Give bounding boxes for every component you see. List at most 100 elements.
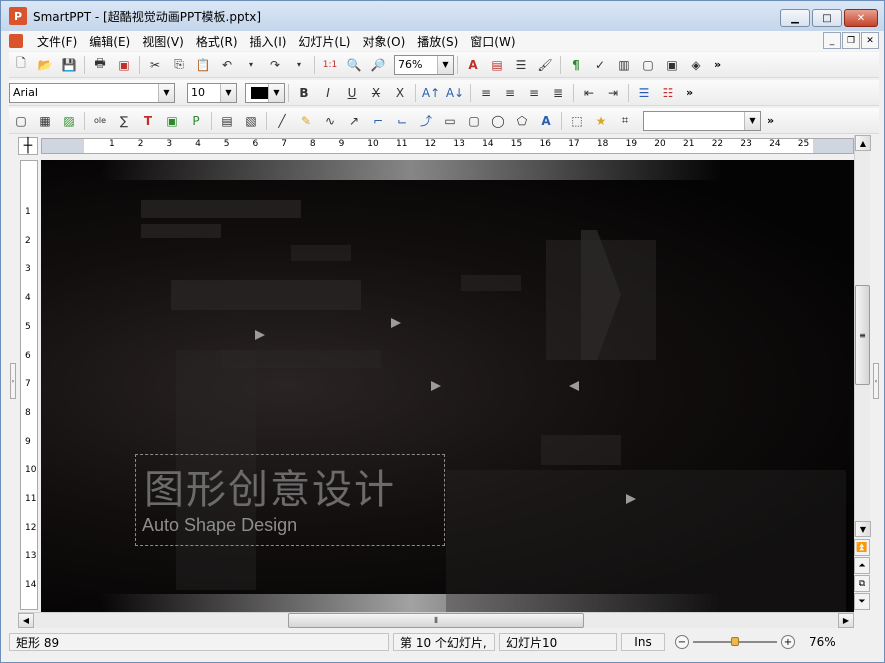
- insert-chart-icon[interactable]: ▤: [487, 55, 507, 75]
- insert-picture-icon[interactable]: ▨: [59, 111, 79, 131]
- chevron-down-icon[interactable]: ▼: [158, 83, 174, 102]
- open-folder-icon[interactable]: 📂: [35, 55, 55, 75]
- text-color-icon[interactable]: A: [463, 55, 483, 75]
- vertical-scroll-thumb[interactable]: ≡: [855, 285, 870, 385]
- redo-icon[interactable]: ↷: [265, 55, 285, 75]
- select-frame-icon[interactable]: ▢: [11, 111, 31, 131]
- basic-shapes-icon[interactable]: ⬠: [512, 111, 532, 131]
- maximize-button[interactable]: □: [812, 9, 842, 27]
- actual-size-icon[interactable]: 1:1: [320, 55, 340, 75]
- menu-file[interactable]: 文件(F): [31, 33, 83, 50]
- insert-image-frame-icon[interactable]: ▧: [241, 111, 261, 131]
- slide-title[interactable]: 图形创意设计: [144, 457, 396, 515]
- scroll-left-icon[interactable]: ◀: [18, 613, 34, 628]
- strikethrough-icon[interactable]: X: [366, 83, 386, 103]
- find-icon[interactable]: 🔎: [368, 55, 388, 75]
- zoom-out-icon[interactable]: −: [675, 635, 689, 649]
- redo-dropdown-icon[interactable]: ▾: [289, 55, 309, 75]
- template-icon[interactable]: ▢: [638, 55, 658, 75]
- decrease-indent-icon[interactable]: ⇤: [579, 83, 599, 103]
- elbow-connector-icon[interactable]: ⌙: [392, 111, 412, 131]
- bold-icon[interactable]: B: [294, 83, 314, 103]
- paragraph-mark-icon[interactable]: ¶: [566, 55, 586, 75]
- format-painter-icon[interactable]: 🖌: [535, 55, 555, 75]
- crop-icon[interactable]: ⌗: [615, 111, 635, 131]
- 3d-object-icon[interactable]: ◈: [686, 55, 706, 75]
- menu-view[interactable]: 视图(V): [136, 33, 190, 50]
- line-icon[interactable]: ╱: [272, 111, 292, 131]
- font-size-select[interactable]: 10 ▼: [187, 82, 237, 103]
- spell-check-icon[interactable]: ✓: [590, 55, 610, 75]
- connector-icon[interactable]: ⌐: [368, 111, 388, 131]
- chevron-down-icon[interactable]: ▼: [744, 111, 760, 130]
- zoom-select[interactable]: 76% ▼: [394, 54, 454, 75]
- zoom-magnifier-icon[interactable]: 🔍: [344, 55, 364, 75]
- style-select[interactable]: ▼: [643, 110, 761, 131]
- slide-canvas[interactable]: 图形创意设计 Auto Shape Design: [41, 160, 854, 612]
- copy-icon[interactable]: ⎘: [169, 55, 189, 75]
- previous-slide-icon[interactable]: ⏶: [854, 557, 870, 574]
- slide-subtitle[interactable]: Auto Shape Design: [142, 515, 297, 536]
- insert-list-icon[interactable]: ☰: [511, 55, 531, 75]
- clear-format-icon[interactable]: X: [390, 83, 410, 103]
- chevron-down-icon[interactable]: ▼: [437, 55, 453, 74]
- curved-connector-icon[interactable]: ⤴: [416, 111, 436, 131]
- align-right-icon[interactable]: ≡: [524, 83, 544, 103]
- bullet-list-icon[interactable]: ☰: [634, 83, 654, 103]
- doc-restore-button[interactable]: ❐: [842, 32, 860, 49]
- align-center-icon[interactable]: ≡: [500, 83, 520, 103]
- scroll-up-icon[interactable]: ▲: [855, 135, 871, 151]
- insert-textbox-icon[interactable]: T: [138, 111, 158, 131]
- menu-insert[interactable]: 插入(I): [244, 33, 293, 50]
- insert-placeholder-icon[interactable]: P: [186, 111, 206, 131]
- next-slide-icon[interactable]: ⏷: [854, 593, 870, 610]
- title-text-box[interactable]: 图形创意设计 Auto Shape Design: [135, 454, 445, 546]
- font-name-select[interactable]: Arial ▼: [9, 82, 175, 103]
- zoom-slider[interactable]: − +: [675, 633, 795, 651]
- zoom-in-icon[interactable]: +: [781, 635, 795, 649]
- shrink-font-icon[interactable]: A↓: [445, 83, 465, 103]
- horizontal-scroll-thumb[interactable]: ⦀: [288, 613, 584, 628]
- new-file-icon[interactable]: 🗋: [11, 55, 31, 75]
- horizontal-scrollbar[interactable]: ◀ ⦀ ▶: [18, 612, 854, 628]
- insert-formula-icon[interactable]: ∑: [114, 111, 134, 131]
- wordart-icon[interactable]: A: [536, 111, 556, 131]
- doc-minimize-button[interactable]: _: [823, 32, 841, 49]
- close-button[interactable]: ✕: [844, 9, 878, 27]
- undo-dropdown-icon[interactable]: ▾: [241, 55, 261, 75]
- insert-video-icon[interactable]: ▤: [217, 111, 237, 131]
- justify-icon[interactable]: ≣: [548, 83, 568, 103]
- insert-ole-icon[interactable]: ole: [90, 111, 110, 131]
- insert-frame-icon[interactable]: ▣: [162, 111, 182, 131]
- save-icon[interactable]: 💾: [59, 55, 79, 75]
- doc-close-button[interactable]: ✕: [861, 32, 879, 49]
- effects-star-icon[interactable]: ★: [591, 111, 611, 131]
- italic-icon[interactable]: I: [318, 83, 338, 103]
- scroll-right-icon[interactable]: ▶: [838, 613, 854, 628]
- horizontal-ruler[interactable]: 1 2 3 4 5 6 7 8 9 10 11 12 13 14 15 16 17 18 19 20 21 22 23 24 2…: [41, 138, 854, 154]
- menu-format[interactable]: 格式(R): [190, 33, 244, 50]
- toolbar-overflow-icon[interactable]: »: [714, 58, 721, 71]
- vertical-ruler[interactable]: 1 2 3 4 5 6 7 8 9 10 11 12 13 14: [20, 160, 38, 610]
- document-icon[interactable]: [9, 34, 23, 48]
- rectangle-icon[interactable]: ▭: [440, 111, 460, 131]
- increase-indent-icon[interactable]: ⇥: [603, 83, 623, 103]
- group-icon[interactable]: ⬚: [567, 111, 587, 131]
- right-panel-toggle-icon[interactable]: ‹: [873, 363, 879, 399]
- ellipse-icon[interactable]: ◯: [488, 111, 508, 131]
- vertical-scrollbar[interactable]: ▲ ≡ ▼: [854, 135, 871, 537]
- scroll-down-icon[interactable]: ▼: [855, 521, 871, 537]
- presentation-icon[interactable]: ▣: [662, 55, 682, 75]
- minimize-button[interactable]: ▁: [780, 9, 810, 27]
- toolbar-overflow-icon[interactable]: »: [686, 86, 693, 99]
- menu-play[interactable]: 播放(S): [411, 33, 464, 50]
- numbered-list-icon[interactable]: ☷: [658, 83, 678, 103]
- font-color-select[interactable]: ▼: [245, 82, 285, 103]
- underline-icon[interactable]: U: [342, 83, 362, 103]
- menu-slide[interactable]: 幻灯片(L): [292, 33, 356, 50]
- menu-window[interactable]: 窗口(W): [464, 33, 521, 50]
- statistics-icon[interactable]: ▥: [614, 55, 634, 75]
- zoom-slider-knob[interactable]: [731, 637, 739, 646]
- toolbar-overflow-icon[interactable]: »: [767, 114, 774, 127]
- ruler-corner-crosshair-icon[interactable]: ┼: [18, 137, 38, 155]
